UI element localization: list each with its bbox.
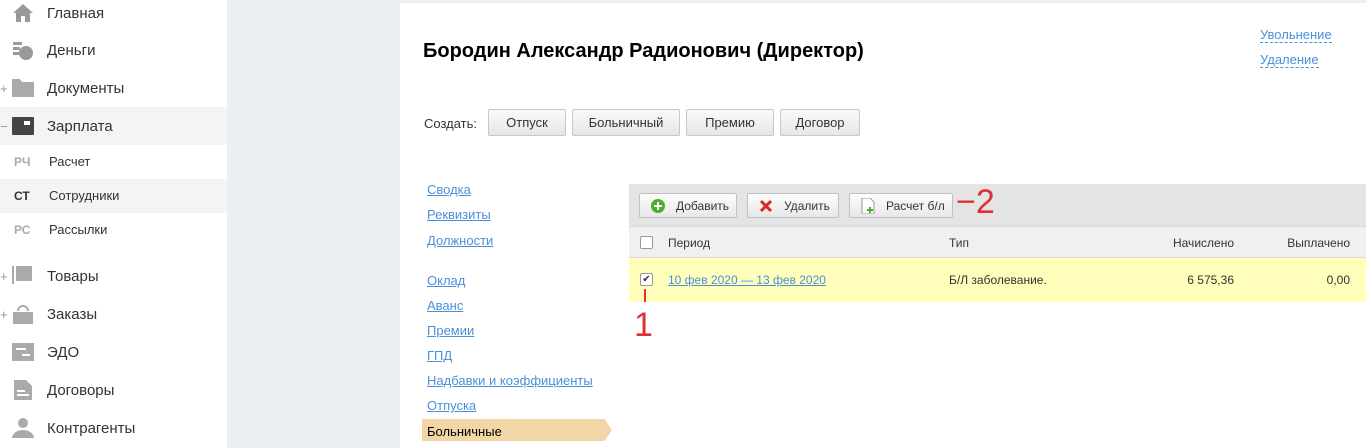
tab-sick-leaves[interactable]: Больничные — [422, 419, 612, 441]
wallet-icon — [11, 115, 35, 137]
tab-requisites[interactable]: Реквизиты — [427, 207, 491, 222]
tab-salary[interactable]: Оклад — [427, 273, 465, 288]
col-paid[interactable]: Выплачено — [1287, 236, 1350, 250]
add-icon — [650, 198, 666, 214]
cell-type: Б/Л заболевание. — [949, 273, 1047, 287]
home-icon — [11, 2, 35, 24]
page-title: Бородин Александр Радионович (Директор) — [423, 40, 864, 62]
annotation-2: −2 — [956, 183, 995, 221]
contract-icon — [11, 379, 35, 401]
main-content: Бородин Александр Радионович (Директор) … — [400, 3, 1366, 448]
create-vacation-button[interactable]: Отпуск — [488, 109, 566, 136]
col-type[interactable]: Тип — [949, 236, 969, 250]
create-contract-button[interactable]: Договор — [780, 109, 860, 136]
basket-icon — [11, 303, 35, 325]
subnav-calc[interactable]: РЧ Расчет — [0, 145, 227, 179]
add-button[interactable]: Добавить — [639, 193, 737, 218]
delete-button[interactable]: Удалить — [747, 193, 839, 218]
row-checkbox[interactable]: ✔ — [640, 273, 653, 286]
document-add-icon — [860, 197, 876, 214]
toolbar: Добавить Удалить Расчет б/л −2 — [629, 183, 1366, 226]
create-bonus-button[interactable]: Премию — [686, 109, 774, 136]
nav-salary[interactable]: − Зарплата — [0, 107, 227, 145]
subnav-employees[interactable]: СТ Сотрудники — [0, 179, 227, 213]
select-all-checkbox[interactable] — [640, 236, 653, 249]
subnav-mailings[interactable]: РС Рассылки — [0, 213, 227, 247]
nav-contractors[interactable]: Контрагенты — [0, 415, 227, 441]
nav-money[interactable]: Деньги — [0, 37, 227, 63]
folder-icon — [11, 77, 35, 99]
col-accrued[interactable]: Начислено — [1173, 236, 1234, 250]
cell-paid: 0,00 — [1326, 273, 1350, 287]
delete-icon — [758, 198, 774, 214]
goods-icon — [11, 265, 35, 287]
nav-goods[interactable]: + Товары — [0, 263, 227, 289]
table-header: Период Тип Начислено Выплачено — [629, 226, 1366, 258]
table-row[interactable]: ✔ 10 фев 2020 — 13 фев 2020 Б/Л заболева… — [629, 258, 1366, 302]
nav-contracts[interactable]: Договоры — [0, 377, 227, 403]
edo-icon — [11, 341, 35, 363]
delete-link[interactable]: Удаление — [1260, 52, 1319, 68]
annotation-marker — [644, 289, 646, 302]
tab-advance[interactable]: Аванс — [427, 298, 463, 313]
sick-leave-calc-button[interactable]: Расчет б/л — [849, 193, 953, 218]
col-period[interactable]: Период — [668, 236, 710, 250]
nav-home[interactable]: Главная — [0, 0, 227, 26]
nav-documents[interactable]: + Документы — [0, 75, 227, 101]
tab-allowances[interactable]: Надбавки и коэффициенты — [427, 373, 593, 388]
annotation-1: 1 — [634, 306, 653, 344]
nav-edo[interactable]: ЭДО — [0, 339, 227, 365]
tab-gpd[interactable]: ГПД — [427, 348, 452, 363]
nav-orders[interactable]: + Заказы — [0, 301, 227, 327]
tab-bonuses[interactable]: Премии — [427, 323, 474, 338]
tab-vacations[interactable]: Отпуска — [427, 398, 476, 413]
money-icon — [11, 39, 35, 61]
sick-leave-grid: Добавить Удалить Расчет б/л −2 Период Ти… — [629, 183, 1366, 344]
contractor-icon — [11, 417, 35, 439]
sidebar: Главная Деньги + Документы − Зарплата РЧ Ра… — [0, 0, 227, 448]
cell-accrued: 6 575,36 — [1187, 273, 1234, 287]
period-link[interactable]: 10 фев 2020 — 13 фев 2020 — [668, 273, 826, 287]
create-sick-leave-button[interactable]: Больничный — [572, 109, 680, 136]
dismissal-link[interactable]: Увольнение — [1260, 27, 1332, 43]
tab-positions[interactable]: Должности — [427, 233, 493, 248]
create-label: Создать: — [424, 116, 478, 131]
tab-summary[interactable]: Сводка — [427, 182, 471, 197]
